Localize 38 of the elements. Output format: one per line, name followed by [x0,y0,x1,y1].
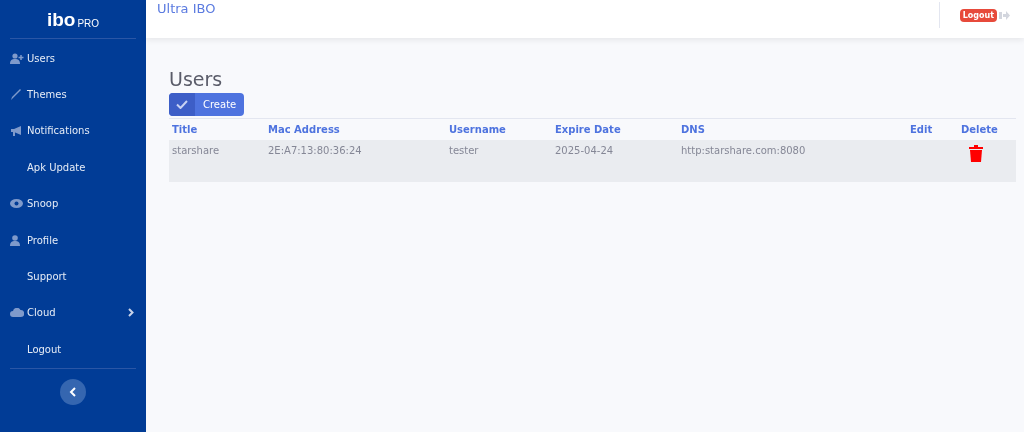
column-header: Expire Date [552,118,678,140]
column-header: Mac Address [265,118,446,140]
sidebar-item[interactable]: Logout [0,331,146,368]
chevron-left-icon [69,386,77,397]
column-header: Edit [907,118,958,140]
brush-icon [10,88,22,101]
table-cell: starshare [169,140,265,182]
chevron-right-icon [128,308,134,318]
logo: ibo PRO [46,9,100,29]
page-heading: Users [169,68,224,90]
column-header: Username [446,118,552,140]
logout-link[interactable]: Logout [959,8,997,22]
sidebar-item[interactable]: Apk Update [0,149,146,186]
column-header: DNS [678,118,907,140]
sidebar-item[interactable]: Notifications [0,112,146,150]
sidebar-item[interactable]: Profile [0,221,146,259]
sidebar-item[interactable]: Users [0,40,146,77]
sidebar-item[interactable]: Snoop [0,185,146,222]
user-plus-icon [10,52,24,64]
sidebar-item[interactable]: Cloud [0,294,146,332]
app-title: Ultra IBO [157,1,216,16]
sign-out-icon [999,10,1010,20]
table-cell: 2E:A7:13:80:36:24 [265,140,446,182]
sidebar-item[interactable]: Themes [0,76,146,113]
megaphone-icon [10,125,23,137]
table-cell: tester [446,140,552,182]
sidebar-item[interactable]: Support [0,258,146,295]
create-button[interactable]: Create [169,93,245,116]
cloud-icon [10,308,24,318]
column-header: Delete [958,118,1016,140]
check-icon [176,100,188,109]
eye-icon [10,199,23,209]
trash-icon[interactable] [969,145,983,162]
table-cell: http:starshare.com:8080 [678,140,907,182]
sidebar-toggle-button[interactable] [60,378,86,405]
user-icon [10,234,20,246]
table-cell: 2025-04-24 [552,140,678,182]
column-header: Title [169,118,265,140]
